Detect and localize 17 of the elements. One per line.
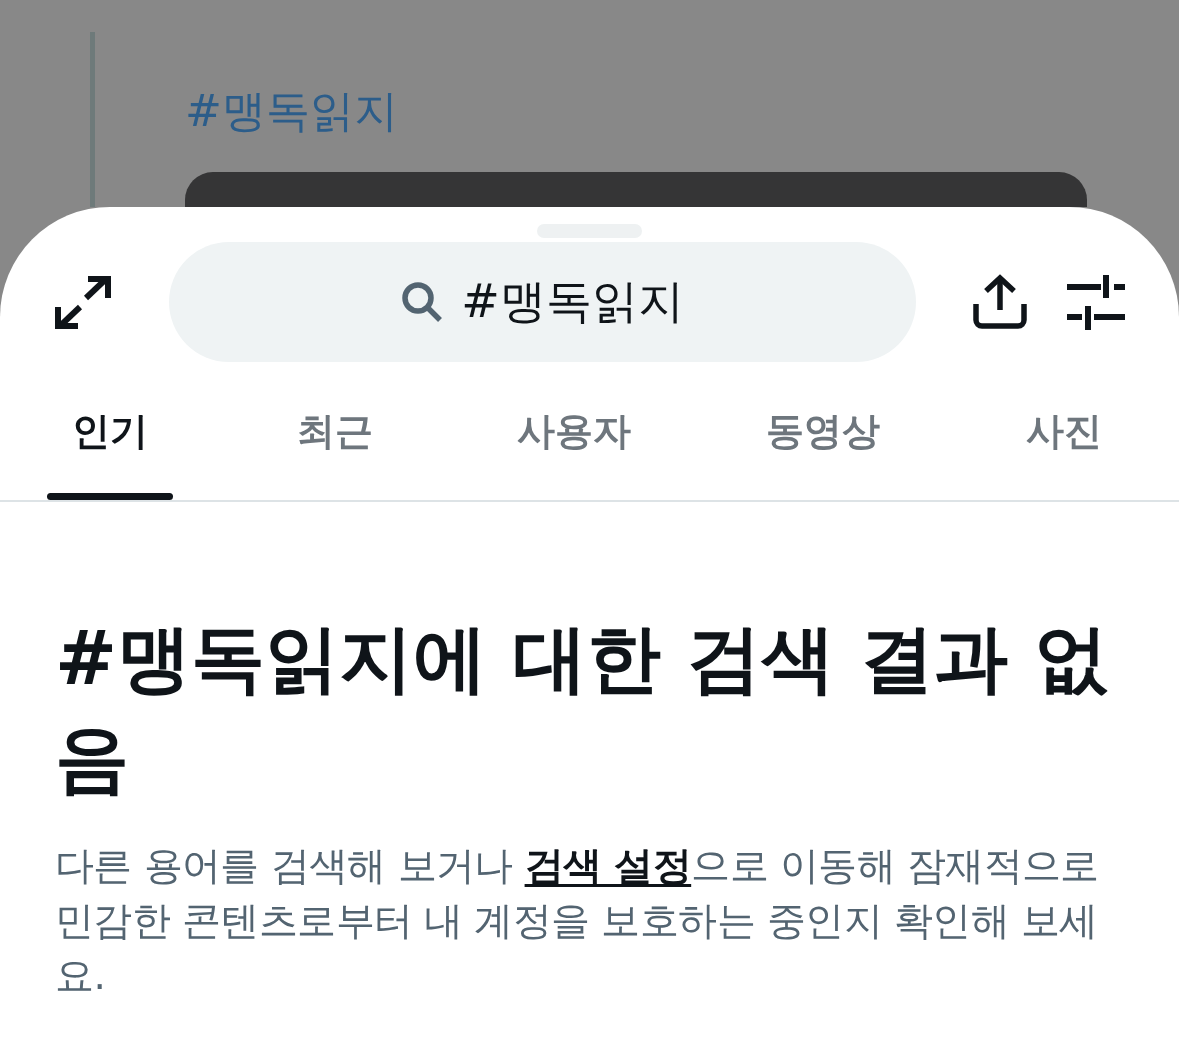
tab[interactable]: 사진 bbox=[948, 362, 1179, 500]
tab[interactable]: 사용자 bbox=[449, 362, 698, 500]
tab[interactable]: 최근 bbox=[220, 362, 449, 500]
empty-state-title: #맹독읽지에 대한 검색 결과 없음 bbox=[55, 614, 1110, 803]
search-field[interactable]: #맹독읽지 bbox=[169, 242, 916, 362]
filter-button[interactable] bbox=[1067, 274, 1125, 330]
tab[interactable]: 동영상 bbox=[698, 362, 948, 500]
share-icon bbox=[972, 274, 1028, 330]
sliders-icon bbox=[1067, 274, 1125, 330]
search-icon bbox=[401, 281, 444, 323]
hashtag-text: #맹독읽지 bbox=[185, 84, 398, 138]
tab[interactable]: 인기 bbox=[0, 362, 220, 500]
expand-button[interactable] bbox=[55, 275, 111, 329]
empty-state-message: 다른 용어를 검색해 보거나 검색 설정으로 이동해 잠재적으로 민감한 콘텐츠로부터 내 계정을 보호하는 중인지 확인해 보세요. bbox=[55, 842, 1100, 1000]
share-button[interactable] bbox=[972, 274, 1028, 330]
expand-icon bbox=[55, 275, 111, 329]
search-settings-link[interactable]: 검색 설정 bbox=[524, 843, 692, 888]
